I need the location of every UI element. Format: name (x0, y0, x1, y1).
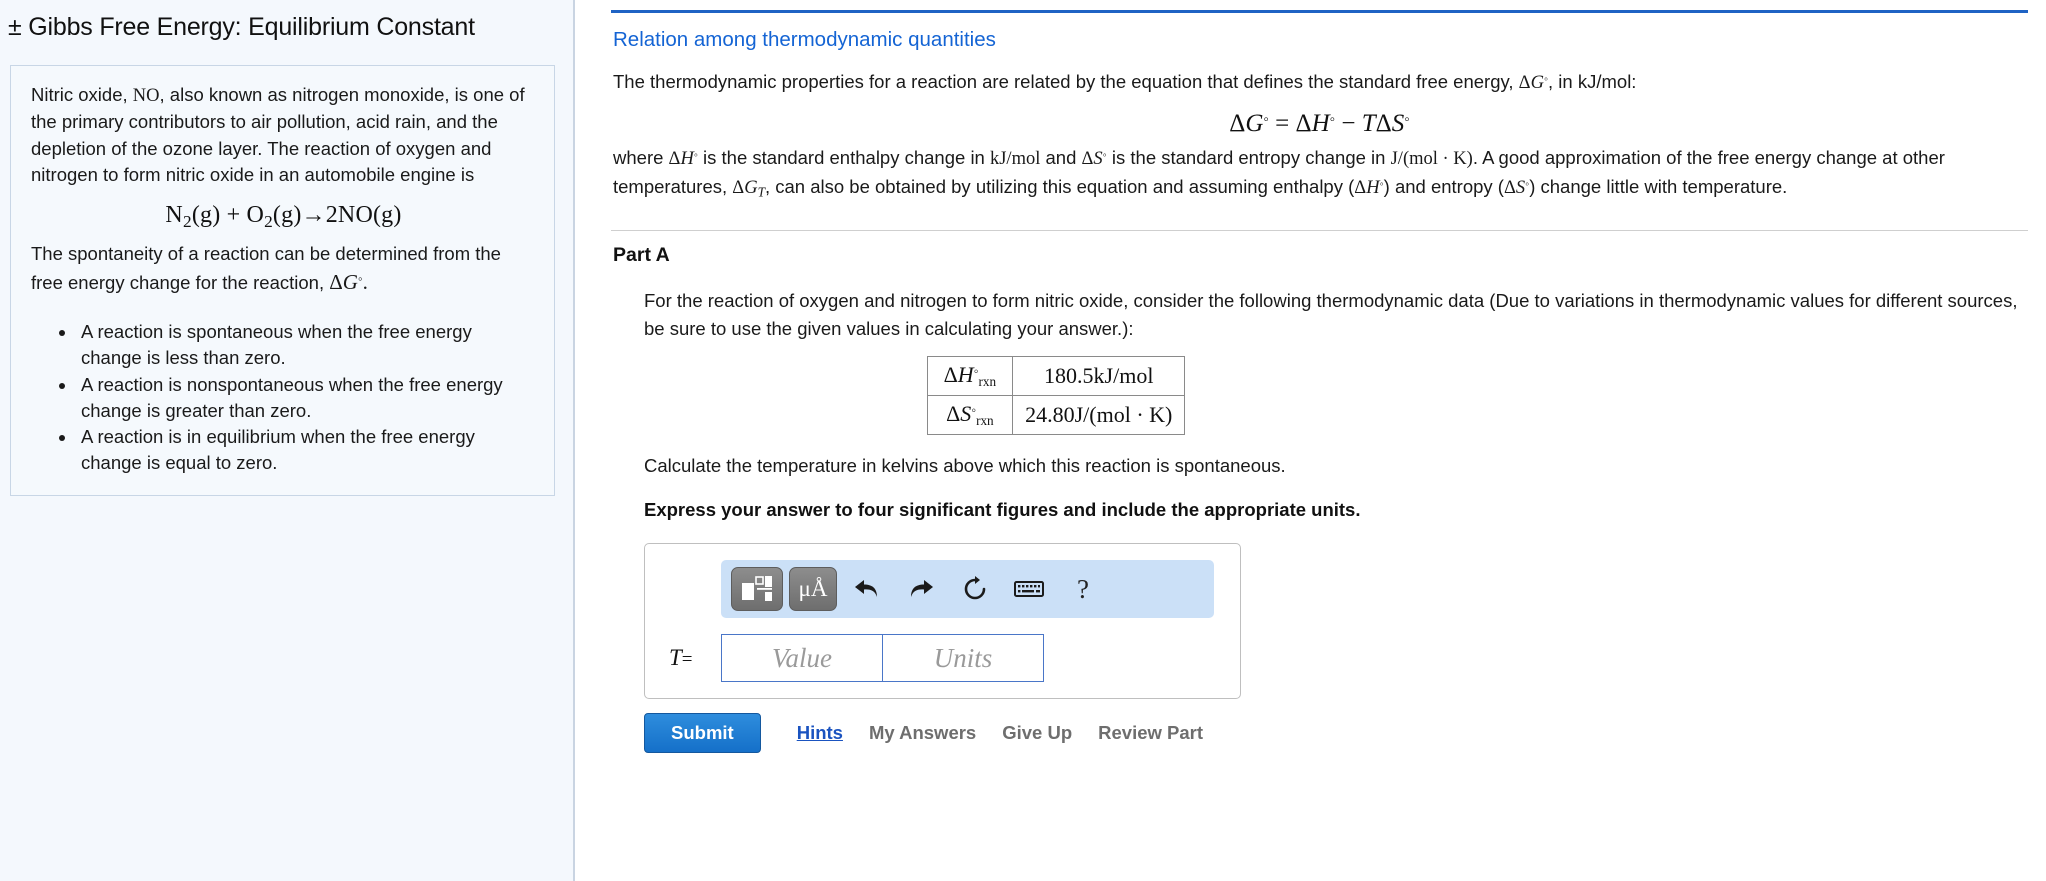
para-and: and (1040, 146, 1082, 168)
delta-h-symbol-2: ΔH◦ (1354, 177, 1384, 198)
list-item: A reaction is nonspontaneous when the fr… (77, 372, 536, 425)
delta-g-symbol: ΔG◦. (329, 270, 368, 295)
page-title: ± Gibbs Free Energy: Equilibrium Constan… (8, 13, 475, 41)
para-and-entropy: ) and entropy ( (1383, 175, 1504, 197)
thermo-data-table: ΔH◦rxn 180.5kJ/mol ΔS◦rxn 24.80J/(mol · … (926, 356, 1186, 436)
units-input[interactable]: Units (882, 634, 1044, 683)
j-per-mol-k-unit: J/(mol · K) (1390, 148, 1473, 169)
review-part-link[interactable]: Review Part (1098, 722, 1203, 744)
kj-per-mol-unit: kJ/mol (989, 148, 1041, 169)
template-layout-icon[interactable] (731, 567, 783, 612)
list-item: A reaction is spontaneous when the free … (77, 319, 536, 372)
left-intro-panel: ± Gibbs Free Energy: Equilibrium Constan… (0, 0, 575, 881)
intro-paragraph-1: Nitric oxide, NO, also known as nitrogen… (31, 82, 536, 189)
intro-box: Nitric oxide, NO, also known as nitrogen… (10, 65, 555, 496)
section-divider (611, 229, 2028, 231)
table-row: ΔS◦rxn 24.80J/(mol · K) (926, 395, 1186, 436)
delta-g-inline: ΔG◦ (1518, 73, 1549, 93)
table-row: ΔH◦rxn 180.5kJ/mol (926, 356, 1186, 397)
delta-s-symbol-2: ΔS◦ (1503, 177, 1530, 198)
para-where: where (613, 146, 669, 168)
para-obtained-text: , can also be obtained by utilizing this… (764, 175, 1355, 197)
t-symbol: T (669, 645, 682, 671)
list-item: A reaction is in equilibrium when the fr… (77, 424, 536, 477)
no-formula: NO (132, 86, 160, 106)
intro-paragraph-2: The spontaneity of a reaction can be det… (31, 241, 536, 297)
intro-text-before-formula: Nitric oxide, (31, 84, 133, 105)
action-row: Submit Hints My Answers Give Up Review P… (644, 713, 2028, 754)
thermo-data-table-wrap: ΔH◦rxn 180.5kJ/mol ΔS◦rxn 24.80J/(mol · … (644, 356, 2028, 436)
variable-label: T= (659, 645, 721, 671)
spontaneity-bullet-list: A reaction is spontaneous when the free … (31, 319, 536, 477)
units-micro-angstrom-icon[interactable]: μÅ (789, 567, 837, 612)
gibbs-equation: ΔG◦ = ΔH◦ − TΔS◦ (1229, 109, 1410, 137)
reaction-equation: N2(g) + O2(g)→2NO(g) (165, 201, 402, 231)
section-heading[interactable]: Relation among thermodynamic quantities (613, 28, 2028, 52)
delta-g-t-symbol: ΔGT (732, 177, 765, 200)
para-change-little: ) change little with temperature. (1529, 175, 1788, 197)
delta-h-rxn-value: 180.5kJ/mol (1012, 356, 1186, 397)
top-divider (611, 10, 2028, 13)
calculate-instruction: Calculate the temperature in kelvins abo… (644, 455, 1286, 477)
answer-entry-widget: μÅ ? T= Value Units (644, 543, 1241, 700)
value-input[interactable]: Value (721, 634, 883, 683)
undo-icon[interactable] (843, 567, 891, 611)
hints-link[interactable]: Hints (797, 722, 843, 744)
express-answer-instruction: Express your answer to four significant … (644, 499, 1361, 521)
help-icon[interactable]: ? (1059, 567, 1107, 611)
delta-h-rxn-symbol: ΔH◦rxn (926, 356, 1014, 397)
give-up-link[interactable]: Give Up (1002, 722, 1072, 744)
answer-toolbar: μÅ ? (721, 560, 1214, 619)
reset-icon[interactable] (951, 567, 999, 611)
intro-sentence-part-b: , in kJ/mol: (1548, 71, 1637, 92)
part-a-label: Part A (613, 243, 670, 266)
main-content-panel: Relation among thermodynamic quantities … (575, 0, 2046, 881)
delta-s-symbol: ΔS◦ (1081, 148, 1107, 169)
answer-input-row: T= Value Units (659, 634, 1226, 683)
intro-sentence: The thermodynamic properties for a react… (613, 68, 2028, 98)
delta-h-symbol: ΔH◦ (668, 148, 698, 169)
para-entropy-text: is the standard entropy change in (1106, 146, 1391, 168)
part-a-body: For the reaction of oxygen and nitrogen … (644, 287, 2028, 754)
equals-sign: = (681, 649, 693, 671)
explanation-paragraph: where ΔH◦ is the standard enthalpy chang… (613, 144, 2028, 203)
keyboard-icon[interactable] (1005, 567, 1053, 611)
para-enthalpy-text: is the standard enthalpy change in (697, 146, 990, 168)
spontaneity-text: The spontaneity of a reaction can be det… (31, 242, 501, 294)
exercise-page: ± Gibbs Free Energy: Equilibrium Constan… (0, 0, 2046, 881)
submit-button[interactable]: Submit (644, 713, 761, 754)
my-answers-link[interactable]: My Answers (869, 722, 976, 744)
part-a-question: For the reaction of oxygen and nitrogen … (644, 289, 2018, 339)
intro-sentence-part-a: The thermodynamic properties for a react… (613, 71, 1519, 92)
delta-s-rxn-value: 24.80J/(mol · K) (1012, 395, 1186, 436)
redo-icon[interactable] (897, 567, 945, 611)
delta-s-rxn-symbol: ΔS◦rxn (926, 395, 1014, 436)
